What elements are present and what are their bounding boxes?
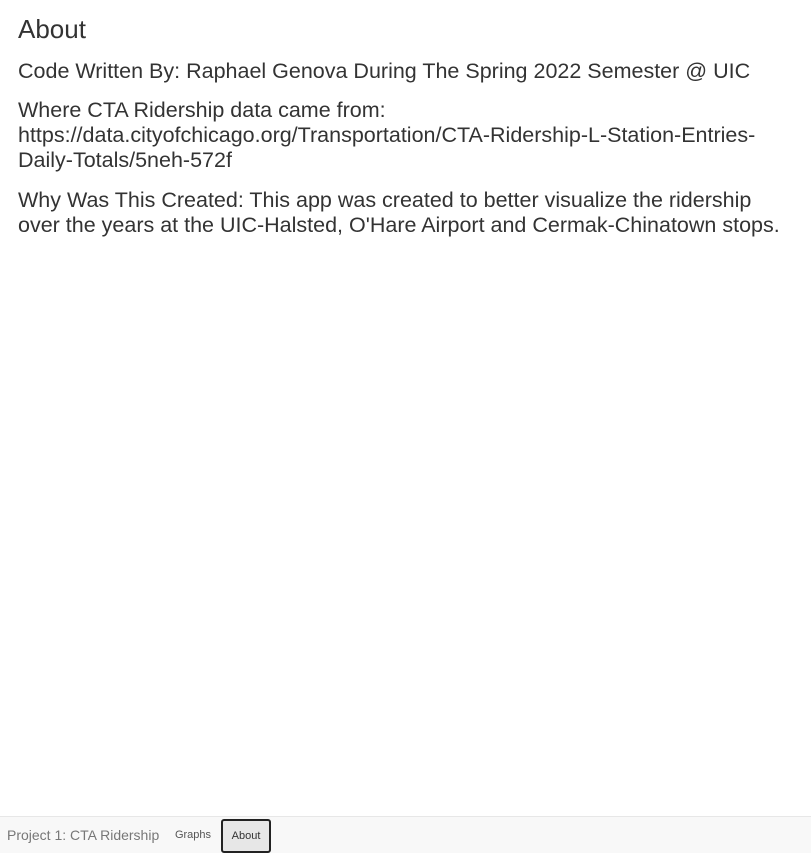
author-text: Code Written By: Raphael Genova During T…: [18, 59, 751, 83]
page-title: About: [18, 14, 86, 44]
about-panel: About Code Written By: Raphael Genova Du…: [18, 0, 798, 238]
navbar-brand[interactable]: Project 1: CTA Ridership: [7, 827, 159, 843]
purpose-text: Why Was This Created: This app was creat…: [18, 188, 780, 237]
tab-about[interactable]: About: [221, 819, 271, 853]
tab-graphs[interactable]: Graphs: [168, 819, 218, 853]
bottom-navbar: Project 1: CTA Ridership Graphs About: [0, 816, 811, 853]
data-source-text: Where CTA Ridership data came from: http…: [18, 98, 756, 172]
